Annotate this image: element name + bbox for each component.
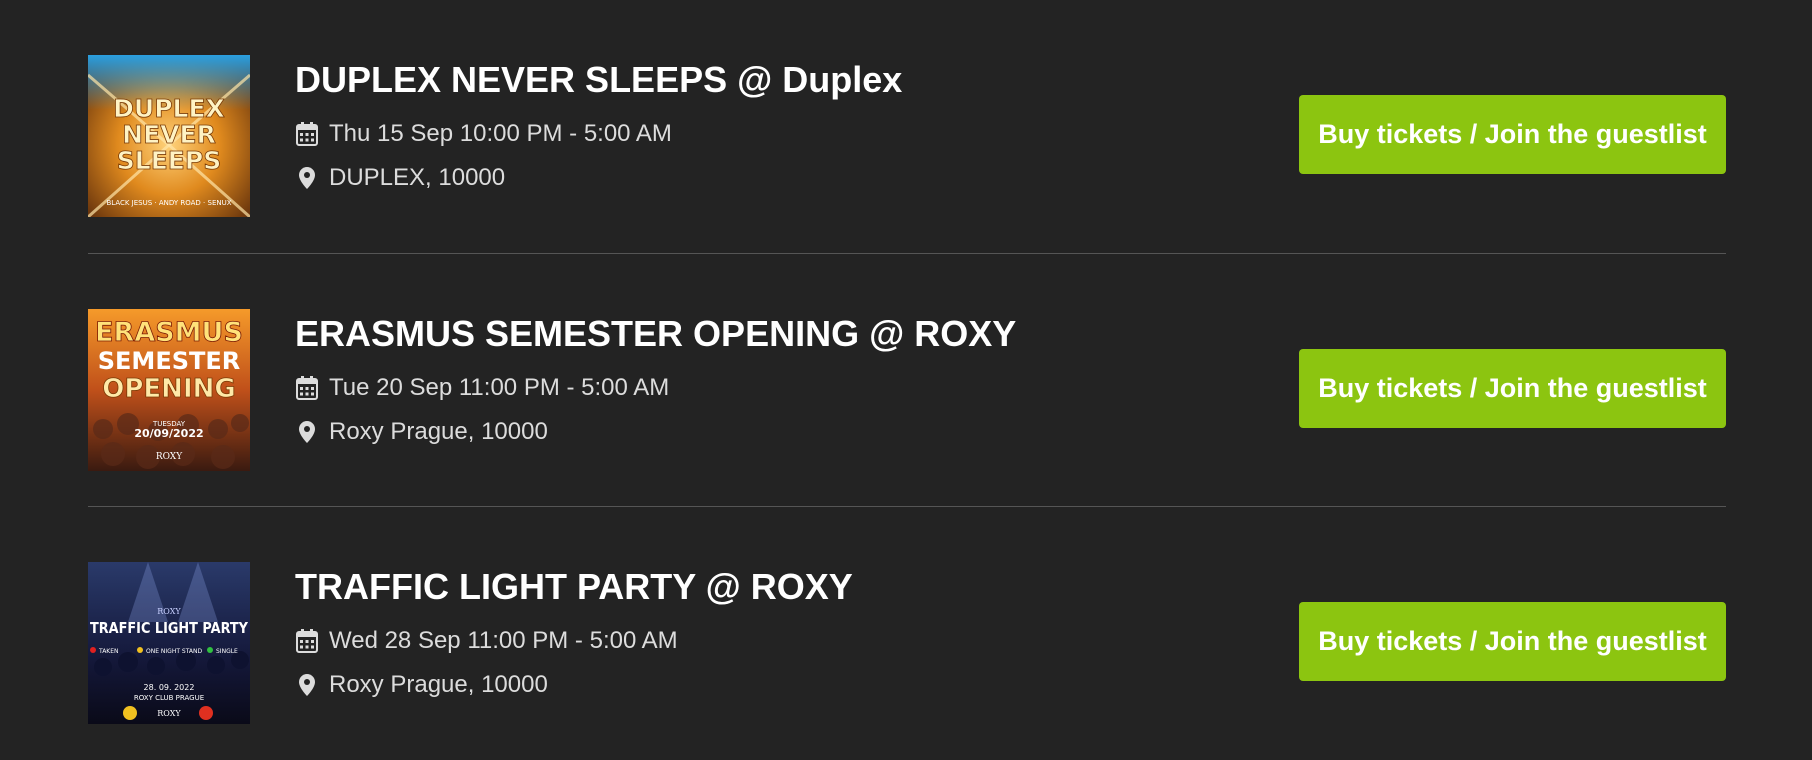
poster-logo-top: ROXY	[157, 607, 181, 616]
event-date-row: Wed 28 Sep 11:00 PM - 5:00 AM	[295, 619, 1306, 663]
event-location[interactable]: DUPLEX, 10000	[329, 156, 505, 200]
event-date: Wed 28 Sep 11:00 PM - 5:00 AM	[329, 627, 678, 654]
buy-tickets-button[interactable]: Buy tickets / Join the guestlist	[1299, 602, 1726, 681]
event-title[interactable]: DUPLEX NEVER SLEEPS @ Duplex	[295, 58, 1306, 102]
event-date-row: Thu 15 Sep 10:00 PM - 5:00 AM	[295, 112, 1306, 156]
map-marker-icon	[295, 673, 319, 697]
poster-footer: BLACK JESUS · ANDY ROAD · SENUX	[106, 199, 231, 207]
event-meta: Thu 15 Sep 10:00 PM - 5:00 AM DUPLEX, 10…	[295, 112, 1306, 200]
event-location[interactable]: Roxy Prague, 10000	[329, 410, 548, 454]
event-item: DUPLEX NEVER SLEEPS BLACK JESUS · ANDY R…	[88, 0, 1726, 253]
event-location-row: DUPLEX, 10000	[295, 156, 1306, 200]
poster-date: 20/09/2022	[134, 427, 203, 440]
event-location-row: Roxy Prague, 10000	[295, 410, 1306, 454]
event-title[interactable]: ERASMUS SEMESTER OPENING @ ROXY	[295, 312, 1306, 356]
event-meta: Wed 28 Sep 11:00 PM - 5:00 AM Roxy Pragu…	[295, 619, 1306, 707]
poster-logo: ROXY	[157, 709, 181, 718]
map-marker-icon	[295, 420, 319, 444]
calendar-icon	[295, 376, 319, 400]
poster-line: SLEEPS	[117, 146, 221, 175]
poster-line: DUPLEX	[113, 94, 225, 123]
event-date: Thu 15 Sep 10:00 PM - 5:00 AM	[329, 120, 672, 147]
poster-logo: ROXY	[156, 452, 183, 462]
event-poster[interactable]: DUPLEX NEVER SLEEPS BLACK JESUS · ANDY R…	[88, 55, 250, 217]
calendar-icon	[295, 122, 319, 146]
event-list: DUPLEX NEVER SLEEPS BLACK JESUS · ANDY R…	[88, 0, 1726, 759]
buy-tickets-button[interactable]: Buy tickets / Join the guestlist	[1299, 349, 1726, 428]
event-poster[interactable]: ROXY TRAFFIC LIGHT PARTY TAKEN ONE NIGHT…	[88, 562, 250, 724]
event-poster[interactable]: ERASMUS SEMESTER OPENING TUESDAY 20/09/2…	[88, 309, 250, 471]
poster-line: SEMESTER	[98, 347, 241, 375]
poster-line: ERASMUS	[95, 317, 243, 348]
event-info: DUPLEX NEVER SLEEPS @ Duplex Thu 15 Sep …	[295, 58, 1306, 200]
poster-tag: ONE NIGHT STAND	[146, 648, 203, 655]
buy-tickets-button[interactable]: Buy tickets / Join the guestlist	[1299, 95, 1726, 174]
event-info: ERASMUS SEMESTER OPENING @ ROXY Tue 20 S…	[295, 312, 1306, 454]
event-meta: Tue 20 Sep 11:00 PM - 5:00 AM Roxy Pragu…	[295, 366, 1306, 454]
event-location-row: Roxy Prague, 10000	[295, 663, 1306, 707]
event-item: ERASMUS SEMESTER OPENING TUESDAY 20/09/2…	[88, 253, 1726, 506]
poster-line: NEVER	[122, 120, 216, 149]
poster-tag: TAKEN	[98, 648, 119, 655]
poster-date: 28. 09. 2022	[144, 683, 195, 692]
poster-headline: TRAFFIC LIGHT PARTY	[90, 619, 249, 637]
event-item: ROXY TRAFFIC LIGHT PARTY TAKEN ONE NIGHT…	[88, 506, 1726, 759]
event-title[interactable]: TRAFFIC LIGHT PARTY @ ROXY	[295, 565, 1306, 609]
event-date-row: Tue 20 Sep 11:00 PM - 5:00 AM	[295, 366, 1306, 410]
map-marker-icon	[295, 166, 319, 190]
calendar-icon	[295, 629, 319, 653]
event-location[interactable]: Roxy Prague, 10000	[329, 663, 548, 707]
event-info: TRAFFIC LIGHT PARTY @ ROXY Wed 28 Sep 11…	[295, 565, 1306, 707]
poster-venue: ROXY CLUB PRAGUE	[134, 694, 204, 702]
poster-tag: SINGLE	[216, 648, 238, 655]
event-date: Tue 20 Sep 11:00 PM - 5:00 AM	[329, 374, 670, 401]
poster-line: OPENING	[102, 374, 235, 404]
